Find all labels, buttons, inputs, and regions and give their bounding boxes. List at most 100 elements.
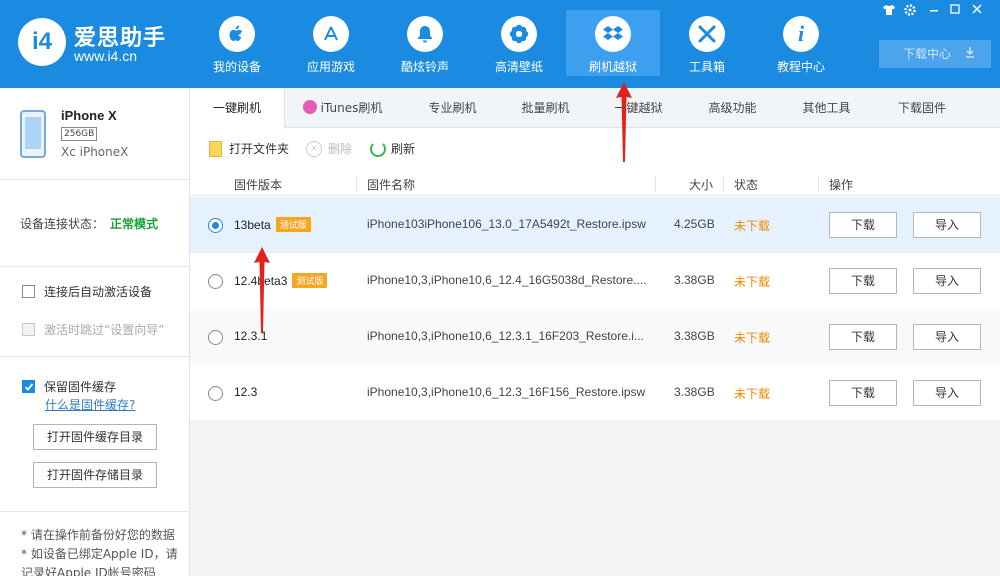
device-name: iPhone X [61,108,117,123]
tab-one-click-jailbreak[interactable]: 一键越狱 [596,88,681,128]
divider [0,511,189,512]
skip-setup-checkbox [22,323,35,336]
table-row[interactable]: 12.4beta3 测试版 iPhone10,3,iPhone10,6_12.4_… [190,253,1000,309]
cache-help-link[interactable]: 什么是固件缓存? [45,396,135,413]
firmware-size: 3.38GB [674,385,715,399]
i4-logo: i4 [18,18,66,66]
nav-tutorials[interactable]: i 教程中心 [754,10,848,76]
tab-batch-flash[interactable]: 批量刷机 [503,88,588,128]
nav-label: 教程中心 [776,60,825,74]
open-folder-button[interactable]: 打开文件夹 [209,140,289,157]
col-name: 固件名称 [367,178,416,192]
firmware-size: 3.38GB [674,273,715,287]
row-radio[interactable] [208,218,223,233]
import-button[interactable]: 导入 [913,380,981,406]
version-text: 13beta [234,217,271,232]
firmware-status: 未下载 [734,219,771,233]
device-storage: 256GB [61,127,98,141]
table-row[interactable]: 12.3 iPhone10,3,iPhone10,6_12.3_16F156_R… [190,365,1000,421]
firmware-size: 3.38GB [674,329,715,343]
download-button[interactable]: 下载 [829,268,897,294]
import-button[interactable]: 导入 [913,212,981,238]
beta-badge: 测试版 [275,217,311,232]
maximize-icon[interactable] [946,4,964,18]
skip-setup-option: 激活时跳过“设置向导” [22,321,164,338]
firmware-name: iPhone10,3,iPhone10,6_12.3_16F156_Restor… [367,385,646,399]
tab-label: iTunes刷机 [320,101,383,115]
nav-ringtones[interactable]: 酷炫铃声 [378,10,472,76]
firmware-name: iPhone103iPhone106_13.0_17A5492t_Restore… [367,217,646,231]
nav-toolbox[interactable]: 工具箱 [660,10,754,76]
tab-advanced[interactable]: 高级功能 [690,88,775,128]
nav-label: 我的设备 [212,60,261,74]
info-icon: i [783,16,819,52]
close-icon[interactable] [968,4,986,18]
open-folder-label: 打开文件夹 [229,142,290,156]
download-button[interactable]: 下载 [829,380,897,406]
firmware-status: 未下载 [734,387,771,401]
table-empty-area [190,420,1000,576]
table-row[interactable]: 13beta 测试版 iPhone103iPhone106_13.0_17A549… [190,197,1000,253]
nav-label: 工具箱 [688,60,725,74]
gear-icon[interactable] [901,4,919,18]
beta-badge: 测试版 [292,273,328,288]
iphone-icon [20,110,46,158]
tab-download-firmware[interactable]: 下载固件 [878,88,966,128]
delete-label: 删除 [328,142,353,156]
flower-icon [501,16,537,52]
col-status: 状态 [734,178,759,192]
nav-label: 高清壁纸 [494,60,543,74]
row-radio[interactable] [208,330,223,345]
col-version: 固件版本 [234,178,283,192]
table-row[interactable]: 12.3.1 iPhone10,3,iPhone10,6_12.3.1_16F2… [190,309,1000,365]
connection-label: 设备连接状态： [20,217,105,231]
keep-cache-option[interactable]: 保留固件缓存 [22,378,116,395]
col-divider [655,176,656,192]
nav-wallpapers[interactable]: 高清壁纸 [472,10,566,76]
row-radio[interactable] [208,386,223,401]
app-store-icon [313,16,349,52]
minimize-icon[interactable] [925,4,943,18]
shirt-icon[interactable] [880,4,898,18]
firmware-version: 12.3 [234,385,257,399]
nav-flash-jailbreak[interactable]: 刷机越狱 [566,10,660,76]
firmware-name: iPhone10,3,iPhone10,6_12.4_16G5038d_Rest… [367,273,647,287]
import-button[interactable]: 导入 [913,268,981,294]
brand-url: www.i4.cn [74,48,138,64]
itunes-icon [302,100,317,114]
nav-apps-games[interactable]: 应用游戏 [284,10,378,76]
firmware-version: 13beta 测试版 [234,217,311,232]
keep-cache-label: 保留固件缓存 [44,380,117,394]
refresh-label: 刷新 [391,142,416,156]
keep-cache-checkbox[interactable] [22,380,35,393]
col-size: 大小 [689,178,714,192]
firmware-name: iPhone10,3,iPhone10,6_12.3.1_16F203_Rest… [367,329,644,343]
apple-icon [219,16,255,52]
refresh-button[interactable]: 刷新 [370,140,415,157]
tab-itunes-flash[interactable]: iTunes刷机 [290,88,395,128]
nav-my-device[interactable]: 我的设备 [190,10,284,76]
device-info: iPhone X 256GB Xc iPhoneX [0,88,189,180]
open-cache-dir-button[interactable]: 打开固件缓存目录 [33,424,157,450]
row-radio[interactable] [208,274,223,289]
nav-label: 刷机越狱 [588,60,637,74]
auto-activate-checkbox[interactable] [22,285,35,298]
download-button[interactable]: 下载 [829,324,897,350]
open-storage-dir-button[interactable]: 打开固件存储目录 [33,462,157,488]
tab-other-tools[interactable]: 其他工具 [784,88,869,128]
download-center-label: 下载中心 [903,47,952,61]
tab-one-click-flash[interactable]: 一键刷机 [190,88,285,129]
col-divider [356,176,357,192]
download-button[interactable]: 下载 [829,212,897,238]
folder-icon [209,140,222,157]
import-button[interactable]: 导入 [913,324,981,350]
note-apple-id: * 如设备已绑定Apple ID，请记录好Apple ID帐号密码 [21,547,178,576]
tab-pro-flash[interactable]: 专业刷机 [410,88,495,128]
note-backup: * 请在操作前备份好您的数据 [21,528,175,542]
download-center-button[interactable]: 下载中心 [879,40,991,68]
firmware-status: 未下载 [734,331,771,345]
dropbox-icon [595,16,631,52]
nav-label: 应用游戏 [306,60,355,74]
auto-activate-option[interactable]: 连接后自动激活设备 [22,283,152,300]
firmware-version: 12.3.1 [234,329,267,343]
